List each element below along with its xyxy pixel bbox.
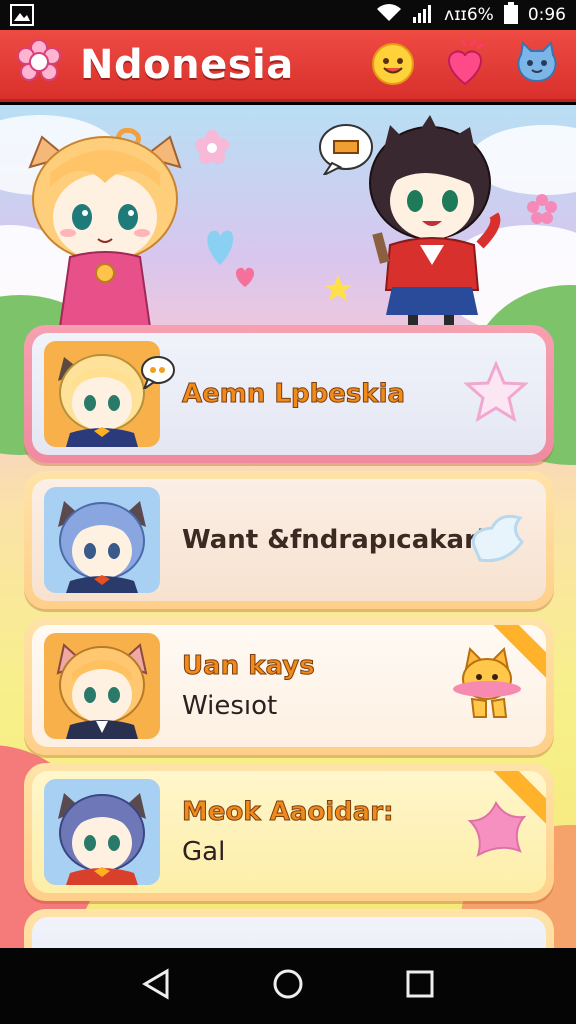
image-notification-icon — [10, 4, 34, 31]
list-item-text: Aemn Lpbeskia — [181, 379, 406, 410]
recents-icon — [406, 970, 434, 1002]
chat-bubble-icon — [140, 355, 176, 393]
heart-bomb-icon — [441, 38, 489, 92]
flower-pink-icon — [526, 193, 558, 229]
character-list: Aemn Lpbeskia Want &fndrapıcakarl Uan ka… — [24, 325, 554, 948]
recents-button[interactable] — [392, 958, 448, 1014]
smiley-icon — [369, 39, 417, 91]
list-item-text: Meok Aaoidar: Gal — [182, 797, 395, 868]
list-item-body: Meok Aaoidar: Gal — [32, 771, 546, 893]
heart-button[interactable] — [440, 38, 490, 92]
list-item[interactable]: Meok Aaoidar: Gal — [24, 763, 554, 901]
flower-gear-icon[interactable] — [14, 38, 64, 92]
background-scene: Aemn Lpbeskia Want &fndrapıcakarl Uan ka… — [0, 105, 576, 948]
status-bar: ʌɪɪ6% 0:96 — [0, 0, 576, 30]
battery-text: ʌɪɪ6% — [444, 5, 494, 25]
wifi-icon — [376, 3, 402, 28]
star-icon — [463, 360, 529, 427]
smiley-button[interactable] — [368, 40, 418, 90]
app-bar-actions — [368, 38, 562, 92]
chibi-boy-right — [360, 115, 510, 330]
speech-bubble-icon — [318, 123, 374, 179]
list-item-subtitle: Wiesıot — [182, 691, 278, 721]
list-item[interactable]: Aemn Lpbeskia — [24, 325, 554, 463]
moon-sparkle-icon — [318, 199, 352, 243]
list-item-subtitle: Gal — [182, 837, 226, 867]
navigation-bar — [0, 948, 576, 1024]
battery-icon — [503, 1, 518, 29]
list-item-body: Want &fndrapıcakarl — [32, 479, 546, 601]
list-item-title: Uan kays — [182, 651, 316, 682]
heart-pink-icon — [232, 263, 258, 293]
home-button[interactable] — [260, 958, 316, 1014]
crystal-star-icon — [466, 508, 528, 572]
avatar — [44, 779, 160, 885]
ribbon-badge — [492, 625, 546, 679]
cat-button[interactable] — [512, 40, 562, 90]
list-item-title: Meok Aaoidar: — [182, 797, 395, 828]
list-item-body — [32, 917, 546, 948]
avatar — [44, 487, 160, 593]
list-item-body: Aemn Lpbeskia — [32, 333, 546, 455]
list-item[interactable] — [24, 909, 554, 948]
list-item[interactable]: Want &fndrapıcakarl — [24, 471, 554, 609]
list-item-title: Want &fndrapıcakarl — [182, 525, 486, 555]
avatar — [44, 633, 160, 739]
app-title: Ndonesia — [80, 41, 294, 88]
list-item-text: Uan kays Wiesıot — [182, 651, 316, 722]
ribbon-badge — [492, 771, 546, 825]
app-bar: Ndonesia — [0, 30, 576, 102]
home-icon — [272, 968, 304, 1004]
back-icon — [141, 968, 171, 1004]
chibi-cat-girl-left — [20, 117, 190, 328]
signal-icon — [412, 3, 434, 28]
list-item-text: Want &fndrapıcakarl — [182, 525, 486, 555]
blue-cat-icon — [513, 39, 561, 91]
back-button[interactable] — [128, 958, 184, 1014]
star-sparkle-icon — [322, 273, 354, 309]
clock: 0:96 — [527, 5, 566, 25]
flower-sparkle-icon — [194, 129, 230, 169]
list-item[interactable]: Uan kays Wiesıot — [24, 617, 554, 755]
list-item-title: Aemn Lpbeskia — [181, 379, 406, 410]
list-item-body: Uan kays Wiesıot — [32, 625, 546, 747]
